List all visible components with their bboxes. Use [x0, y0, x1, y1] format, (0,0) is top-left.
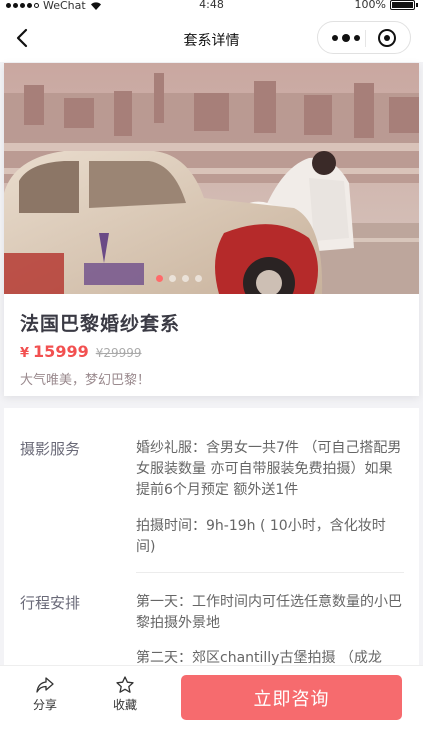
- star-icon: [116, 676, 134, 693]
- price-block: ¥ 15999 ¥29999: [20, 342, 142, 361]
- detail-text: 婚纱礼服：含男女一共7件 （可自己搭配男女服装数量 亦可自带服装免费拍摄）如果提…: [136, 440, 402, 498]
- share-icon: [36, 677, 54, 693]
- battery-percent: 100%: [354, 0, 386, 11]
- bottom-action-bar: 分享 收藏 立即咨询: [0, 665, 423, 733]
- row-divider: [136, 572, 404, 573]
- close-miniprogram-button[interactable]: [378, 29, 396, 47]
- banner-carousel[interactable]: [4, 63, 419, 294]
- carousel-dot-active[interactable]: [156, 275, 163, 282]
- product-title: 法国巴黎婚纱套系: [20, 313, 181, 335]
- original-price: ¥29999: [95, 346, 142, 360]
- share-label: 分享: [32, 698, 57, 712]
- detail-label: 摄影服务: [20, 440, 81, 458]
- consult-now-button[interactable]: 立即咨询: [181, 675, 402, 720]
- currency-symbol: ¥: [20, 346, 30, 361]
- carousel-dot[interactable]: [169, 275, 176, 282]
- detail-text: 第一天：工作时间内可任选任意数量的小巴黎拍摄外景地: [136, 594, 402, 631]
- wedding-photo-image: [4, 63, 419, 294]
- carousel-dot[interactable]: [195, 275, 202, 282]
- status-bar: WeChat 4:48 100%: [0, 0, 423, 14]
- more-options-button[interactable]: [332, 30, 362, 46]
- carousel-indicators: [156, 275, 202, 282]
- favorite-label: 收藏: [112, 698, 137, 712]
- navigation-bar: 套系详情: [0, 14, 423, 62]
- current-price: 15999: [33, 342, 89, 361]
- product-slogan: 大气唯美，梦幻巴黎！: [20, 373, 151, 388]
- carousel-dot[interactable]: [182, 275, 189, 282]
- battery-status: 100%: [354, 0, 418, 11]
- detail-label: 行程安排: [20, 594, 81, 612]
- product-card: 法国巴黎婚纱套系 ¥ 15999 ¥29999 大气唯美，梦幻巴黎！: [4, 63, 419, 396]
- capsule-divider: [365, 30, 366, 47]
- miniprogram-capsule: [317, 21, 411, 54]
- battery-icon: [390, 0, 418, 10]
- package-details: 摄影服务 婚纱礼服：含男女一共7件 （可自己搭配男女服装数量 亦可自带服装免费拍…: [4, 408, 419, 668]
- favorite-button[interactable]: 收藏: [105, 676, 145, 713]
- detail-text: 拍摄时间：9h-19h ( 10小时，含化妆时间): [136, 518, 386, 555]
- share-button[interactable]: 分享: [25, 676, 65, 713]
